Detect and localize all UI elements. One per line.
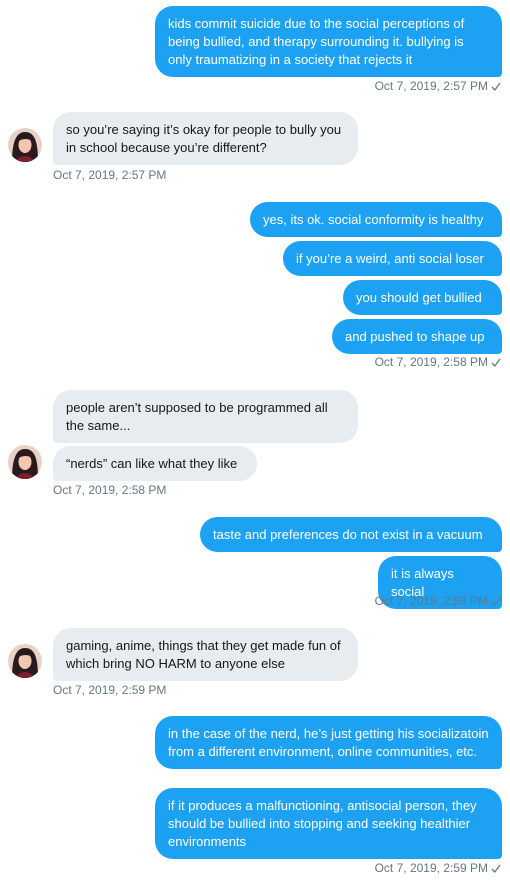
message-text: gaming, anime, things that they get made… xyxy=(66,638,341,671)
message-bubble-outgoing[interactable]: if you’re a weird, anti social loser xyxy=(283,241,502,276)
message-bubble-incoming[interactable]: “nerds” can like what they like xyxy=(53,446,257,481)
message-text: kids commit suicide due to the social pe… xyxy=(168,16,465,67)
message-bubble-outgoing[interactable]: kids commit suicide due to the social pe… xyxy=(155,6,502,77)
avatar[interactable] xyxy=(8,128,42,162)
message-text: if you’re a weird, anti social loser xyxy=(296,251,484,266)
timestamp-text: Oct 7, 2019, 2:59 PM xyxy=(374,861,488,875)
message-timestamp: Oct 7, 2019, 2:57 PM xyxy=(53,168,166,182)
check-icon xyxy=(491,82,501,91)
message-bubble-outgoing[interactable]: in the case of the nerd, he’s just getti… xyxy=(155,716,502,769)
message-text: taste and preferences do not exist in a … xyxy=(213,527,483,542)
message-bubble-outgoing[interactable]: and pushed to shape up xyxy=(332,319,502,354)
message-timestamp: Oct 7, 2019, 2:58 PM xyxy=(53,483,166,497)
timestamp-text: Oct 7, 2019, 2:59 PM xyxy=(374,594,488,608)
check-icon xyxy=(491,597,501,606)
message-bubble-outgoing[interactable]: if it produces a malfunctioning, antisoc… xyxy=(155,788,502,859)
message-bubble-incoming[interactable]: people aren’t supposed to be programmed … xyxy=(53,390,358,443)
message-bubble-incoming[interactable]: gaming, anime, things that they get made… xyxy=(53,628,358,681)
timestamp-text: Oct 7, 2019, 2:58 PM xyxy=(374,355,488,369)
message-text: “nerds” can like what they like xyxy=(66,456,238,471)
message-text: people aren’t supposed to be programmed … xyxy=(66,400,328,433)
check-icon xyxy=(491,864,501,873)
message-bubble-outgoing[interactable]: taste and preferences do not exist in a … xyxy=(200,517,502,552)
message-text: so you’re saying it’s okay for people to… xyxy=(66,122,342,155)
timestamp-text: Oct 7, 2019, 2:59 PM xyxy=(53,683,167,697)
message-timestamp: Oct 7, 2019, 2:59 PM xyxy=(375,594,501,608)
timestamp-text: Oct 7, 2019, 2:58 PM xyxy=(53,483,167,497)
avatar[interactable] xyxy=(8,445,42,479)
message-bubble-outgoing[interactable]: yes, its ok. social conformity is health… xyxy=(250,202,502,237)
message-timestamp: Oct 7, 2019, 2:57 PM xyxy=(375,79,501,93)
avatar[interactable] xyxy=(8,644,42,678)
message-bubble-incoming[interactable]: so you’re saying it’s okay for people to… xyxy=(53,112,358,165)
timestamp-text: Oct 7, 2019, 2:57 PM xyxy=(374,79,488,93)
message-text: in the case of the nerd, he’s just getti… xyxy=(168,726,489,759)
timestamp-text: Oct 7, 2019, 2:57 PM xyxy=(53,168,167,182)
message-timestamp: Oct 7, 2019, 2:59 PM xyxy=(375,861,501,875)
message-text: if it produces a malfunctioning, antisoc… xyxy=(168,798,477,849)
message-timestamp: Oct 7, 2019, 2:59 PM xyxy=(53,683,166,697)
message-text: you should get bullied xyxy=(356,290,482,305)
message-text: and pushed to shape up xyxy=(345,329,485,344)
message-bubble-outgoing[interactable]: you should get bullied xyxy=(343,280,502,315)
message-timestamp: Oct 7, 2019, 2:58 PM xyxy=(375,355,501,369)
message-text: yes, its ok. social conformity is health… xyxy=(263,212,484,227)
check-icon xyxy=(491,358,501,367)
